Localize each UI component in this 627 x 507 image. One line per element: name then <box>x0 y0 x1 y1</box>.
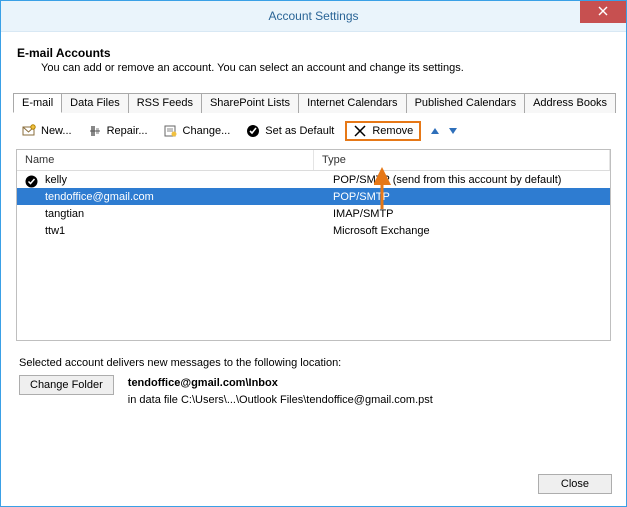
tab-data-files[interactable]: Data Files <box>61 93 129 113</box>
account-name: ttw1 <box>45 225 65 237</box>
column-type[interactable]: Type <box>314 150 610 170</box>
header-title: E-mail Accounts <box>17 46 614 60</box>
repair-icon <box>88 124 102 138</box>
tab-rss-feeds[interactable]: RSS Feeds <box>128 93 202 113</box>
remove-label: Remove <box>372 125 413 137</box>
change-icon <box>164 124 178 138</box>
change-folder-button[interactable]: Change Folder <box>19 375 114 395</box>
column-name[interactable]: Name <box>17 150 314 170</box>
tab-strip: E-mailData FilesRSS FeedsSharePoint List… <box>13 92 614 113</box>
set-default-label: Set as Default <box>265 125 334 137</box>
set-default-button[interactable]: Set as Default <box>241 121 339 141</box>
window-close-button[interactable] <box>580 1 626 23</box>
titlebar: Account Settings <box>1 1 626 32</box>
toolbar: New... Repair... Change... Set as Defaul… <box>13 113 614 149</box>
repair-button[interactable]: Repair... <box>83 121 153 141</box>
account-type: IMAP/SMTP <box>325 208 610 220</box>
account-settings-window: Account Settings E-mail Accounts You can… <box>0 0 627 507</box>
close-icon <box>598 5 608 19</box>
list-header: Name Type <box>17 150 610 171</box>
tab-e-mail[interactable]: E-mail <box>13 93 62 113</box>
dialog-content: E-mail Accounts You can add or remove an… <box>1 32 626 464</box>
delivery-info-text: Selected account delivers new messages t… <box>19 357 608 369</box>
repair-label: Repair... <box>107 125 148 137</box>
footer-info: Selected account delivers new messages t… <box>13 341 614 409</box>
list-rows: kelly POP/SMTP (send from this account by… <box>17 171 610 239</box>
account-name: kelly <box>45 174 67 186</box>
account-type: POP/SMTP <box>325 191 610 203</box>
close-button[interactable]: Close <box>538 474 612 494</box>
folder-path-main: tendoffice@gmail.com\Inbox <box>128 375 433 392</box>
tab-address-books[interactable]: Address Books <box>524 93 616 113</box>
move-down-button[interactable] <box>449 128 457 134</box>
window-title: Account Settings <box>268 9 358 23</box>
default-check-icon <box>25 175 38 188</box>
remove-button[interactable]: Remove <box>345 121 421 141</box>
new-label: New... <box>41 125 72 137</box>
folder-path-block: tendoffice@gmail.com\Inbox in data file … <box>128 375 433 409</box>
account-row[interactable]: tangtian IMAP/SMTP <box>17 205 610 222</box>
check-circle-icon <box>246 124 260 138</box>
tab-internet-calendars[interactable]: Internet Calendars <box>298 93 407 113</box>
change-button[interactable]: Change... <box>159 121 236 141</box>
move-up-button[interactable] <box>431 128 439 134</box>
tab-sharepoint-lists[interactable]: SharePoint Lists <box>201 93 299 113</box>
account-name: tendoffice@gmail.com <box>45 191 154 203</box>
account-name: tangtian <box>45 208 84 220</box>
account-row[interactable]: tendoffice@gmail.com POP/SMTP <box>17 188 610 205</box>
new-icon <box>22 124 36 138</box>
header-description: You can add or remove an account. You ca… <box>17 62 614 74</box>
account-type: Microsoft Exchange <box>325 225 610 237</box>
header-block: E-mail Accounts You can add or remove an… <box>13 42 614 86</box>
account-row[interactable]: ttw1 Microsoft Exchange <box>17 222 610 239</box>
remove-icon <box>353 124 367 138</box>
accounts-list: Name Type kelly POP/SMTP (send from this … <box>16 149 611 341</box>
bottom-bar: Close <box>1 464 626 506</box>
folder-path-sub: in data file C:\Users\...\Outlook Files\… <box>128 392 433 409</box>
account-row[interactable]: kelly POP/SMTP (send from this account by… <box>17 171 610 188</box>
new-button[interactable]: New... <box>17 121 77 141</box>
tab-published-calendars[interactable]: Published Calendars <box>406 93 526 113</box>
account-type: POP/SMTP (send from this account by defa… <box>325 174 610 186</box>
change-label: Change... <box>183 125 231 137</box>
